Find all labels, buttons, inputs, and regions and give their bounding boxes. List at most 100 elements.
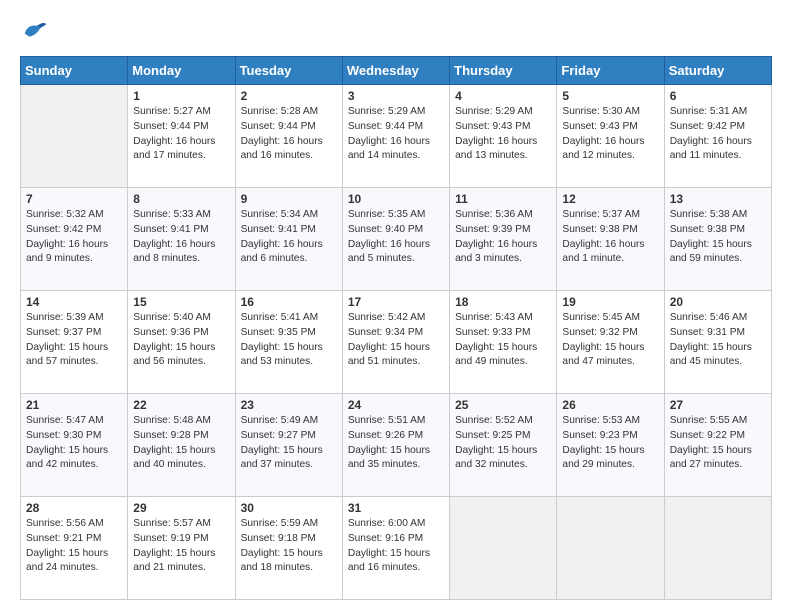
day-number: 6 [670,89,766,103]
day-number: 7 [26,192,122,206]
logo-icon [20,18,48,46]
column-header-monday: Monday [128,57,235,85]
sunset-text: Sunset: 9:44 PM [133,120,229,135]
daylight-text: Daylight: 15 hours and 37 minutes. [241,444,337,474]
calendar-cell: 30Sunrise: 5:59 AMSunset: 9:18 PMDayligh… [235,497,342,600]
calendar-cell: 14Sunrise: 5:39 AMSunset: 9:37 PMDayligh… [21,291,128,394]
day-number: 18 [455,295,551,309]
calendar-cell [450,497,557,600]
sunset-text: Sunset: 9:43 PM [562,120,658,135]
daylight-text: Daylight: 16 hours and 5 minutes. [348,238,444,268]
calendar-week-2: 7Sunrise: 5:32 AMSunset: 9:42 PMDaylight… [21,188,772,291]
sunset-text: Sunset: 9:27 PM [241,429,337,444]
sunrise-text: Sunrise: 5:27 AM [133,105,229,120]
calendar-cell: 3 Sunrise: 5:29 AMSunset: 9:44 PMDaylight… [342,85,449,188]
sunset-text: Sunset: 9:32 PM [562,326,658,341]
sunrise-text: Sunrise: 5:31 AM [670,105,766,120]
header [20,18,772,46]
calendar-cell: 23Sunrise: 5:49 AMSunset: 9:27 PMDayligh… [235,394,342,497]
day-number: 5 [562,89,658,103]
sunrise-text: Sunrise: 5:48 AM [133,414,229,429]
sunrise-text: Sunrise: 5:42 AM [348,311,444,326]
sunrise-text: Sunrise: 5:32 AM [26,208,122,223]
day-number: 30 [241,501,337,515]
day-number: 11 [455,192,551,206]
calendar-cell [557,497,664,600]
sunrise-text: Sunrise: 5:36 AM [455,208,551,223]
sunset-text: Sunset: 9:44 PM [348,120,444,135]
sunset-text: Sunset: 9:35 PM [241,326,337,341]
daylight-text: Daylight: 15 hours and 47 minutes. [562,341,658,371]
calendar-cell: 13Sunrise: 5:38 AMSunset: 9:38 PMDayligh… [664,188,771,291]
calendar-week-1: 1Sunrise: 5:27 AMSunset: 9:44 PMDaylight… [21,85,772,188]
daylight-text: Daylight: 15 hours and 40 minutes. [133,444,229,474]
calendar-page: SundayMondayTuesdayWednesdayThursdayFrid… [0,0,792,612]
calendar-cell: 16Sunrise: 5:41 AMSunset: 9:35 PMDayligh… [235,291,342,394]
sunset-text: Sunset: 9:34 PM [348,326,444,341]
calendar-cell: 9Sunrise: 5:34 AMSunset: 9:41 PMDaylight… [235,188,342,291]
daylight-text: Daylight: 15 hours and 32 minutes. [455,444,551,474]
sunset-text: Sunset: 9:28 PM [133,429,229,444]
daylight-text: Daylight: 16 hours and 14 minutes. [348,135,444,165]
sunset-text: Sunset: 9:43 PM [455,120,551,135]
day-number: 24 [348,398,444,412]
sunrise-text: Sunrise: 5:57 AM [133,517,229,532]
day-number: 20 [670,295,766,309]
calendar-cell: 21Sunrise: 5:47 AMSunset: 9:30 PMDayligh… [21,394,128,497]
calendar-cell: 29Sunrise: 5:57 AMSunset: 9:19 PMDayligh… [128,497,235,600]
calendar-week-4: 21Sunrise: 5:47 AMSunset: 9:30 PMDayligh… [21,394,772,497]
sunrise-text: Sunrise: 5:51 AM [348,414,444,429]
day-number: 14 [26,295,122,309]
day-number: 3 [348,89,444,103]
daylight-text: Daylight: 15 hours and 21 minutes. [133,547,229,577]
calendar-cell: 15Sunrise: 5:40 AMSunset: 9:36 PMDayligh… [128,291,235,394]
daylight-text: Daylight: 16 hours and 9 minutes. [26,238,122,268]
daylight-text: Daylight: 15 hours and 56 minutes. [133,341,229,371]
sunrise-text: Sunrise: 5:29 AM [455,105,551,120]
sunset-text: Sunset: 9:41 PM [133,223,229,238]
calendar-cell: 4Sunrise: 5:29 AMSunset: 9:43 PMDaylight… [450,85,557,188]
sunrise-text: Sunrise: 5:40 AM [133,311,229,326]
day-number: 22 [133,398,229,412]
sunrise-text: Sunrise: 5:46 AM [670,311,766,326]
day-number: 23 [241,398,337,412]
sunset-text: Sunset: 9:30 PM [26,429,122,444]
calendar-cell: 28Sunrise: 5:56 AMSunset: 9:21 PMDayligh… [21,497,128,600]
sunset-text: Sunset: 9:21 PM [26,532,122,547]
calendar-table: SundayMondayTuesdayWednesdayThursdayFrid… [20,56,772,600]
daylight-text: Daylight: 15 hours and 27 minutes. [670,444,766,474]
sunrise-text: Sunrise: 5:30 AM [562,105,658,120]
daylight-text: Daylight: 15 hours and 57 minutes. [26,341,122,371]
sunrise-text: Sunrise: 5:38 AM [670,208,766,223]
day-number: 4 [455,89,551,103]
calendar-cell: 10Sunrise: 5:35 AMSunset: 9:40 PMDayligh… [342,188,449,291]
sunset-text: Sunset: 9:38 PM [670,223,766,238]
calendar-cell [21,85,128,188]
daylight-text: Daylight: 16 hours and 16 minutes. [241,135,337,165]
sunset-text: Sunset: 9:18 PM [241,532,337,547]
sunset-text: Sunset: 9:41 PM [241,223,337,238]
sunrise-text: Sunrise: 5:52 AM [455,414,551,429]
calendar-cell: 20Sunrise: 5:46 AMSunset: 9:31 PMDayligh… [664,291,771,394]
calendar-week-3: 14Sunrise: 5:39 AMSunset: 9:37 PMDayligh… [21,291,772,394]
sunset-text: Sunset: 9:40 PM [348,223,444,238]
daylight-text: Daylight: 15 hours and 16 minutes. [348,547,444,577]
sunrise-text: Sunrise: 5:29 AM [348,105,444,120]
day-number: 26 [562,398,658,412]
calendar-cell: 27Sunrise: 5:55 AMSunset: 9:22 PMDayligh… [664,394,771,497]
sunset-text: Sunset: 9:42 PM [670,120,766,135]
calendar-cell: 2Sunrise: 5:28 AMSunset: 9:44 PMDaylight… [235,85,342,188]
daylight-text: Daylight: 16 hours and 3 minutes. [455,238,551,268]
sunrise-text: Sunrise: 5:47 AM [26,414,122,429]
sunrise-text: Sunrise: 5:43 AM [455,311,551,326]
sunset-text: Sunset: 9:31 PM [670,326,766,341]
daylight-text: Daylight: 15 hours and 51 minutes. [348,341,444,371]
sunset-text: Sunset: 9:26 PM [348,429,444,444]
day-number: 19 [562,295,658,309]
column-header-tuesday: Tuesday [235,57,342,85]
calendar-cell: 6Sunrise: 5:31 AMSunset: 9:42 PMDaylight… [664,85,771,188]
daylight-text: Daylight: 15 hours and 53 minutes. [241,341,337,371]
calendar-cell: 19Sunrise: 5:45 AMSunset: 9:32 PMDayligh… [557,291,664,394]
sunrise-text: Sunrise: 5:41 AM [241,311,337,326]
sunset-text: Sunset: 9:36 PM [133,326,229,341]
